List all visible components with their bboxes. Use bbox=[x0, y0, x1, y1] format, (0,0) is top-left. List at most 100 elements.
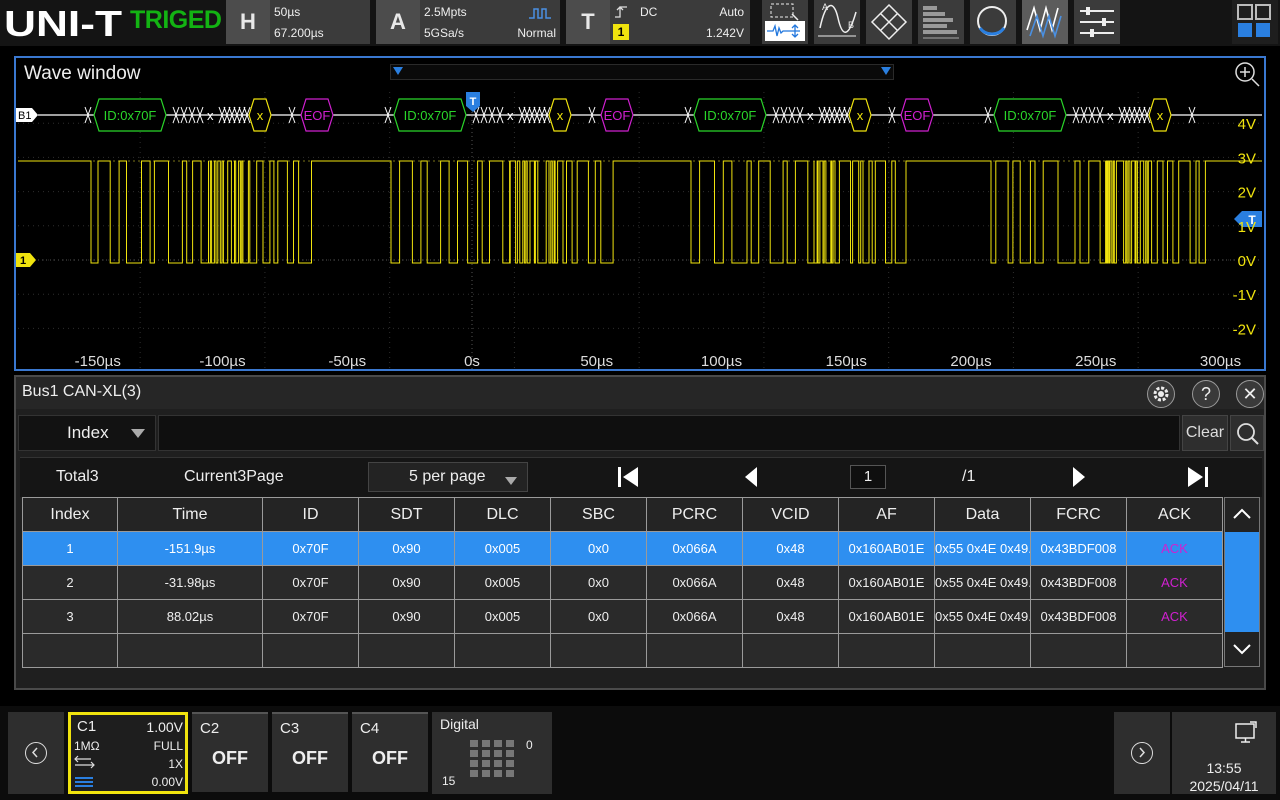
digital-panel[interactable]: Digital 0 15 bbox=[432, 712, 552, 794]
column-header[interactable]: Data bbox=[934, 497, 1031, 532]
close-button[interactable]: ✕ bbox=[1236, 380, 1264, 408]
trigger-source-badge: 1 bbox=[613, 24, 629, 40]
cell-time: 88.02µs bbox=[117, 599, 263, 634]
c1-offset: 0.00V bbox=[151, 775, 183, 789]
digital-bit-cell bbox=[494, 760, 502, 767]
network-icon bbox=[1235, 721, 1257, 743]
cell-af: 0x160AB01E bbox=[838, 599, 935, 634]
column-header[interactable]: ID bbox=[262, 497, 359, 532]
waveform-display[interactable]: ID:0x70F x x EOF ID:0x70F x x EOF ID:0x70F x x EOF I… bbox=[16, 58, 1264, 369]
cell-sbc: 0x0 bbox=[550, 531, 647, 566]
last-page-button[interactable] bbox=[1186, 464, 1210, 490]
frame-data-label: x bbox=[857, 108, 864, 123]
cell-time: -31.98µs bbox=[117, 565, 263, 600]
view-end-marker bbox=[881, 67, 891, 75]
voltage-label: -2V bbox=[1233, 321, 1256, 338]
horizontal-menu[interactable]: H 50µs 67.200µs bbox=[226, 0, 370, 44]
table-row[interactable]: 2 -31.98µs 0x70F 0x90 0x005 0x0 0x066A 0… bbox=[22, 565, 1223, 600]
math-button[interactable] bbox=[866, 0, 912, 44]
question-icon: ? bbox=[1200, 383, 1211, 404]
column-header[interactable]: VCID bbox=[742, 497, 839, 532]
digital-bit-cell bbox=[506, 750, 514, 757]
column-header[interactable]: PCRC bbox=[646, 497, 743, 532]
scroll-left-button[interactable] bbox=[8, 712, 64, 794]
search-button[interactable] bbox=[1230, 415, 1264, 451]
cell-af: 0x160AB01E bbox=[838, 565, 935, 600]
time-label: 300µs bbox=[1200, 353, 1241, 369]
cell-vcid: 0x48 bbox=[742, 531, 839, 566]
column-header[interactable]: DLC bbox=[454, 497, 551, 532]
scroll-up-button[interactable] bbox=[1225, 498, 1259, 532]
cell-vcid: 0x48 bbox=[742, 565, 839, 600]
column-header[interactable]: SBC bbox=[550, 497, 647, 532]
trigger-menu[interactable]: T 1 DC Auto 1.242V bbox=[566, 0, 750, 44]
table-row[interactable]: 3 88.02µs 0x70F 0x90 0x005 0x0 0x066A 0x… bbox=[22, 599, 1223, 634]
invert-icon bbox=[75, 777, 93, 787]
cell-ack: ACK bbox=[1126, 599, 1223, 634]
table-row[interactable]: 1 -151.9µs 0x70F 0x90 0x005 0x0 0x066A 0… bbox=[22, 531, 1223, 566]
auto-measure-button[interactable] bbox=[762, 0, 808, 44]
channel-4-panel[interactable]: C4 OFF bbox=[352, 712, 428, 792]
channel-1-trace bbox=[18, 160, 1262, 264]
clear-button[interactable]: Clear bbox=[1182, 415, 1228, 451]
cursor-icon: A B bbox=[818, 2, 857, 37]
column-header[interactable]: AF bbox=[838, 497, 935, 532]
time-label: 150µs bbox=[826, 353, 867, 369]
search-input[interactable] bbox=[158, 415, 1180, 451]
column-header[interactable]: Time bbox=[117, 497, 263, 532]
cell-data: 0x55 0x4E 0x49. bbox=[934, 531, 1031, 566]
wave-window[interactable]: ID:0x70F x x EOF ID:0x70F x x EOF ID:0x70F x x EOF I… bbox=[14, 56, 1266, 371]
page-number-input[interactable]: 1 bbox=[850, 465, 886, 489]
digital-bit-cell bbox=[494, 770, 502, 777]
table-scrollbar[interactable] bbox=[1224, 497, 1260, 667]
time-label: 200µs bbox=[950, 353, 991, 369]
digital-bit-cell bbox=[470, 760, 478, 767]
acquire-menu[interactable]: A 2.5Mpts 5GSa/s Normal bbox=[376, 0, 560, 44]
column-header[interactable]: SDT bbox=[358, 497, 455, 532]
utility-button[interactable] bbox=[1074, 0, 1120, 44]
empty-cell bbox=[22, 633, 118, 668]
time-label: 0s bbox=[464, 353, 480, 369]
trigger-level-value: 1.242V bbox=[705, 26, 744, 40]
column-header[interactable]: FCRC bbox=[1030, 497, 1127, 532]
waveform-button[interactable] bbox=[1022, 0, 1068, 44]
cell-index: 1 bbox=[22, 531, 118, 566]
cell-id: 0x70F bbox=[262, 599, 359, 634]
prev-page-button[interactable] bbox=[742, 464, 760, 490]
gear-icon bbox=[1153, 386, 1169, 402]
column-header[interactable]: Index bbox=[22, 497, 118, 532]
layout-button[interactable] bbox=[1232, 0, 1278, 44]
channel-1-panel[interactable]: C1 1.00V 1MΩ FULL 1X 0.00V bbox=[68, 712, 188, 794]
clock-panel[interactable]: 13:55 2025/04/11 bbox=[1172, 712, 1276, 794]
next-page-button[interactable] bbox=[1070, 464, 1088, 490]
scroll-down-button[interactable] bbox=[1225, 632, 1259, 666]
svg-text:B: B bbox=[848, 20, 854, 30]
zoom-in-icon[interactable] bbox=[1232, 60, 1262, 90]
help-button[interactable]: ? bbox=[1192, 380, 1220, 408]
view-start-marker bbox=[393, 67, 403, 75]
digital-bit-cell bbox=[482, 750, 490, 757]
bus-data-marker: x bbox=[507, 108, 514, 123]
trigger-position-label: T bbox=[470, 96, 477, 108]
empty-cell bbox=[550, 633, 647, 668]
horizontal-offset-value: 67.200µs bbox=[274, 26, 324, 40]
scroll-right-button[interactable] bbox=[1114, 712, 1170, 794]
empty-cell bbox=[934, 633, 1031, 668]
scroll-thumb[interactable] bbox=[1225, 532, 1259, 632]
cursor-button[interactable]: A B bbox=[814, 0, 860, 44]
channel-2-panel[interactable]: C2 OFF bbox=[192, 712, 268, 792]
histogram-button[interactable] bbox=[918, 0, 964, 44]
search-button[interactable] bbox=[970, 0, 1016, 44]
search-field-select[interactable]: Index bbox=[18, 415, 156, 451]
bus-settings-button[interactable] bbox=[1147, 380, 1175, 408]
digital-channels-icon bbox=[470, 740, 514, 777]
cell-id: 0x70F bbox=[262, 531, 359, 566]
acquire-mode-icon bbox=[529, 8, 551, 19]
current-page-count: Current3Page bbox=[184, 468, 284, 485]
first-page-button[interactable] bbox=[616, 464, 640, 490]
c1-name: C1 bbox=[77, 718, 97, 735]
column-header[interactable]: ACK bbox=[1126, 497, 1223, 532]
per-page-select[interactable]: 5 per page bbox=[368, 462, 528, 492]
channel-3-panel[interactable]: C3 OFF bbox=[272, 712, 348, 792]
memory-overview-bar[interactable] bbox=[390, 64, 894, 80]
